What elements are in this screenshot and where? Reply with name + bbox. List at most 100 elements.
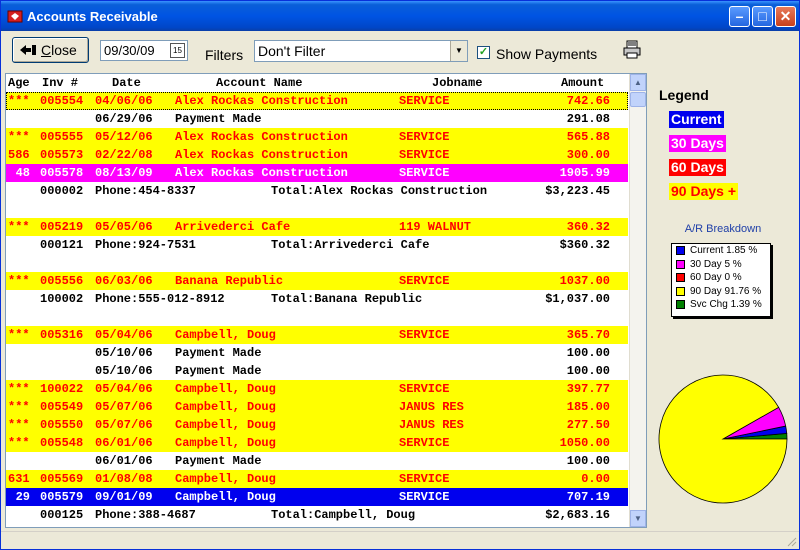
age-cell: *** bbox=[8, 220, 30, 234]
date-cell: 02/22/08 bbox=[95, 148, 153, 162]
age-cell: *** bbox=[8, 382, 30, 396]
col-header-age[interactable]: Age bbox=[8, 76, 30, 90]
account-total-label: Total:Arrivederci Cafe bbox=[271, 238, 430, 252]
col-header-amount[interactable]: Amount bbox=[561, 76, 604, 90]
payment-label-cell: Payment Made bbox=[175, 346, 262, 360]
invoice-row[interactable]: *** 005316 05/04/06 Campbell, Doug SERVICE 36… bbox=[6, 326, 628, 344]
account-name-cell: Alex Rockas Construction bbox=[175, 166, 348, 180]
jobname-cell: JANUS RES bbox=[399, 418, 464, 432]
payment-row[interactable]: 06/01/06 Payment Made 100.00 bbox=[6, 452, 628, 470]
account-total-row[interactable]: 100002 Phone:555-012-8912 Total:Banana Rep… bbox=[6, 290, 628, 308]
checkmark-icon: ✓ bbox=[478, 46, 489, 58]
account-number-cell: 000125 bbox=[40, 508, 84, 522]
amount-cell: 185.00 bbox=[566, 400, 610, 414]
invoice-row[interactable]: *** 005554 04/06/06 Alex Rockas Constructio… bbox=[6, 92, 628, 110]
payment-row[interactable]: 06/29/06 Payment Made 291.08 bbox=[6, 110, 628, 128]
jobname-cell: SERVICE bbox=[399, 274, 450, 288]
scroll-thumb[interactable] bbox=[630, 92, 646, 107]
col-header-inv[interactable]: Inv # bbox=[42, 76, 78, 90]
invoice-number-cell: 005219 bbox=[40, 220, 84, 234]
invoice-row[interactable]: *** 005548 06/01/06 Campbell, Doug SERVICE 10… bbox=[6, 434, 628, 452]
age-cell: *** bbox=[8, 130, 30, 144]
breakdown-legend-label: 30 Day 5 % bbox=[690, 258, 742, 270]
vertical-scrollbar[interactable]: ▲ ▼ bbox=[629, 74, 646, 527]
phone-cell: Phone:555-012-8912 bbox=[95, 292, 225, 306]
pie-slice bbox=[658, 374, 788, 504]
list-rows: *** 005554 04/06/06 Alex Rockas Constructio… bbox=[6, 92, 628, 524]
col-header-jobname[interactable]: Jobname bbox=[432, 76, 482, 90]
breakdown-legend-item: 30 Day 5 % bbox=[672, 258, 770, 272]
list-header: Age Inv # Date Account Name Jobname Amou… bbox=[6, 74, 628, 91]
account-total-row[interactable]: 000002 Phone:454-8337 Total:Alex Rockas Co… bbox=[6, 182, 628, 200]
date-cell: 08/13/09 bbox=[95, 166, 153, 180]
blank-row bbox=[6, 308, 628, 326]
jobname-cell: SERVICE bbox=[399, 94, 450, 108]
invoice-row[interactable]: *** 100022 05/04/06 Campbell, Doug SERVICE 39… bbox=[6, 380, 628, 398]
breakdown-legend-item: 60 Day 0 % bbox=[672, 271, 770, 285]
show-payments-checkbox[interactable]: ✓ bbox=[477, 46, 490, 59]
invoice-row[interactable]: *** 005549 05/07/06 Campbell, Doug JANUS RES… bbox=[6, 398, 628, 416]
invoice-number-cell: 005573 bbox=[40, 148, 84, 162]
invoice-row[interactable]: *** 005556 06/03/06 Banana Republic SERVICE 1… bbox=[6, 272, 628, 290]
account-total-row[interactable]: 000125 Phone:388-4687 Total:Campbell, Doug… bbox=[6, 506, 628, 524]
payment-label-cell: Payment Made bbox=[175, 454, 262, 468]
account-name-cell: Alex Rockas Construction bbox=[175, 148, 348, 162]
status-bar bbox=[1, 531, 799, 549]
close-button[interactable]: Close bbox=[12, 37, 89, 63]
invoice-number-cell: 005556 bbox=[40, 274, 84, 288]
blank-row bbox=[6, 254, 628, 272]
calendar-icon[interactable]: 15 bbox=[170, 43, 185, 58]
jobname-cell: SERVICE bbox=[399, 436, 450, 450]
payment-row[interactable]: 05/10/06 Payment Made 100.00 bbox=[6, 344, 628, 362]
invoice-row[interactable]: 29 005579 09/01/09 Campbell, Doug SERVICE 707… bbox=[6, 488, 628, 506]
date-cell: 06/01/06 bbox=[95, 454, 153, 468]
scroll-down-icon[interactable]: ▼ bbox=[630, 510, 646, 527]
jobname-cell: SERVICE bbox=[399, 148, 450, 162]
maximize-button[interactable]: □ bbox=[752, 6, 773, 27]
amount-cell: 291.08 bbox=[566, 112, 610, 126]
account-name-cell: Campbell, Doug bbox=[175, 418, 276, 432]
legend: Legend Current 30 Days 60 Days 90 Days + bbox=[655, 77, 759, 203]
invoice-row[interactable]: *** 005550 05/07/06 Campbell, Doug JANUS RES… bbox=[6, 416, 628, 434]
resize-grip-icon[interactable] bbox=[785, 535, 797, 547]
age-cell: *** bbox=[8, 274, 30, 288]
breakdown-legend-item: Current 1.85 % bbox=[672, 244, 770, 258]
close-window-button[interactable]: ✕ bbox=[775, 6, 796, 27]
invoice-row[interactable]: 48 005578 08/13/09 Alex Rockas Construction… bbox=[6, 164, 628, 182]
close-button-label: lose bbox=[51, 42, 77, 58]
account-total-label: Total:Alex Rockas Construction bbox=[271, 184, 488, 198]
filter-dropdown[interactable]: Don't Filter ▼ bbox=[254, 40, 468, 62]
invoice-row[interactable]: 586 005573 02/22/08 Alex Rockas Constructio… bbox=[6, 146, 628, 164]
account-name-cell: Banana Republic bbox=[175, 274, 284, 288]
date-value: 09/30/09 bbox=[104, 43, 155, 58]
account-name-cell: Arrivederci Cafe bbox=[175, 220, 291, 234]
payment-label-cell: Payment Made bbox=[175, 364, 262, 378]
account-name-cell: Campbell, Doug bbox=[175, 328, 276, 342]
date-cell: 05/04/06 bbox=[95, 382, 153, 396]
col-header-date[interactable]: Date bbox=[112, 76, 141, 90]
date-cell: 01/08/08 bbox=[95, 472, 153, 486]
payment-row[interactable]: 05/10/06 Payment Made 100.00 bbox=[6, 362, 628, 380]
col-header-account-name[interactable]: Account Name bbox=[216, 76, 302, 90]
date-cell: 05/05/06 bbox=[95, 220, 153, 234]
calendar-icon-text: 15 bbox=[173, 46, 182, 55]
minimize-button[interactable]: – bbox=[729, 6, 750, 27]
accounts-list[interactable]: Age Inv # Date Account Name Jobname Amou… bbox=[5, 73, 647, 528]
invoice-row[interactable]: *** 005555 05/12/06 Alex Rockas Constructio… bbox=[6, 128, 628, 146]
exit-door-icon bbox=[20, 45, 36, 55]
invoice-number-cell: 005555 bbox=[40, 130, 84, 144]
account-total-amount: $3,223.45 bbox=[545, 184, 610, 198]
chevron-down-icon[interactable]: ▼ bbox=[450, 41, 467, 61]
age-cell: 48 bbox=[15, 166, 30, 180]
jobname-cell: SERVICE bbox=[399, 382, 450, 396]
date-field[interactable]: 09/30/09 15 bbox=[100, 40, 188, 61]
invoice-row[interactable]: 631 005569 01/08/08 Campbell, Doug SERVICE 0.… bbox=[6, 470, 628, 488]
scroll-up-icon[interactable]: ▲ bbox=[630, 74, 646, 91]
date-cell: 05/07/06 bbox=[95, 400, 153, 414]
printer-icon[interactable] bbox=[622, 40, 642, 60]
date-cell: 09/01/09 bbox=[95, 490, 153, 504]
account-total-row[interactable]: 000121 Phone:924-7531 Total:Arrivederci Ca… bbox=[6, 236, 628, 254]
legend-item: Current bbox=[669, 111, 724, 128]
invoice-row[interactable]: *** 005219 05/05/06 Arrivederci Cafe 119 WAL… bbox=[6, 218, 628, 236]
breakdown-title: A/R Breakdown bbox=[684, 223, 762, 235]
